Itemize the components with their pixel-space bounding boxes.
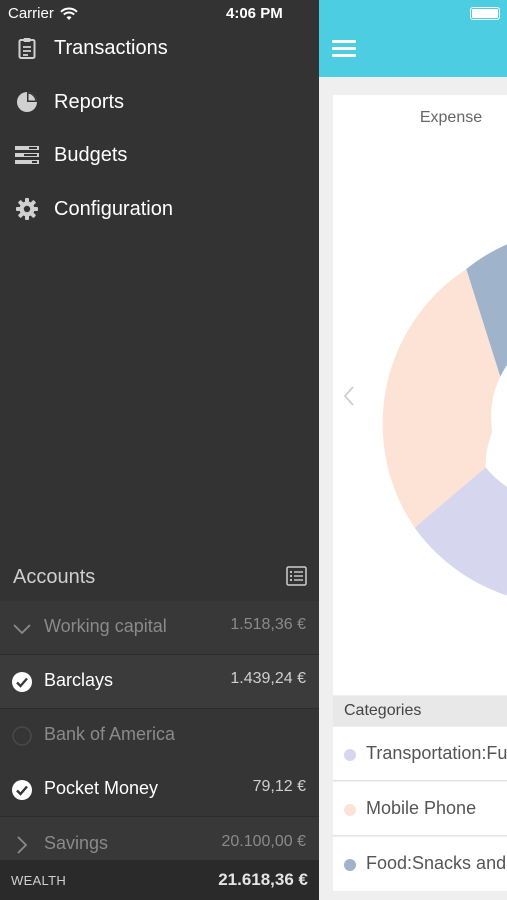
accounts-title: Accounts — [13, 566, 96, 588]
menu-item-label: Configuration — [54, 197, 173, 220]
budget-icon — [15, 143, 39, 167]
account-balance: 20.100,00 € — [221, 833, 306, 850]
category-color-dot — [344, 804, 356, 816]
menu-item-label: Reports — [54, 90, 125, 113]
chevron-right-icon — [17, 836, 28, 854]
account-name: Working capital — [44, 616, 167, 636]
expense-donut-chart — [382, 244, 507, 596]
account-name: Barclays — [44, 670, 114, 690]
category-row[interactable]: Transportation:Fu — [333, 727, 507, 781]
menu-item-label: Budgets — [54, 143, 128, 166]
category-label: Transportation:Fu — [366, 743, 507, 763]
battery-icon — [470, 7, 500, 20]
chevron-left-icon[interactable] — [343, 385, 355, 407]
category-label: Mobile Phone — [366, 798, 477, 818]
wealth-label: WEALTH — [11, 873, 67, 888]
wealth-value: 21.618,36 € — [218, 870, 308, 889]
category-row[interactable]: Mobile Phone — [333, 782, 507, 836]
menu-item-configuration[interactable]: Configuration — [0, 185, 319, 233]
categories-header: Categories — [333, 696, 507, 726]
unchecked-circle-icon — [12, 726, 32, 746]
category-label: Food:Snacks and — [366, 853, 507, 873]
account-group-savings[interactable]: Savings 20.100,00 € — [0, 817, 319, 860]
account-name: Bank of America — [44, 724, 176, 744]
account-name: Pocket Money — [44, 778, 159, 798]
hamburger-menu-icon[interactable] — [332, 40, 356, 58]
status-time: 4:06 PM — [226, 5, 283, 22]
divider — [333, 835, 507, 836]
account-item-barclays[interactable]: Barclays 1.439,24 € — [0, 655, 319, 709]
divider — [333, 780, 507, 781]
account-balance: 1.439,24 € — [230, 670, 306, 687]
status-bar: Carrier 4:06 PM — [0, 0, 507, 28]
list-icon[interactable] — [286, 566, 307, 586]
account-item-pocket-money[interactable]: Pocket Money 79,12 € — [0, 763, 319, 817]
clipboard-icon — [15, 36, 39, 60]
chart-card: Expense — [333, 95, 507, 695]
checked-circle-icon — [12, 672, 32, 692]
navigation-drawer: Transactions Reports Budgets Configurati… — [0, 0, 319, 900]
account-item-bank-of-america[interactable]: Bank of America — [0, 709, 319, 763]
category-color-dot — [344, 859, 356, 871]
gear-icon — [15, 197, 39, 221]
accounts-header: Accounts — [0, 556, 319, 600]
menu-item-transactions[interactable]: Transactions — [0, 24, 319, 72]
categories-header-label: Categories — [344, 702, 422, 719]
account-balance: 79,12 € — [252, 778, 306, 795]
wifi-icon — [60, 7, 78, 20]
carrier-label: Carrier — [8, 5, 54, 22]
account-name: Savings — [44, 833, 109, 853]
account-balance: 1.518,36 € — [230, 616, 306, 633]
wealth-total: WEALTH 21.618,36 € — [0, 860, 319, 900]
main-panel: Expense Categories Transportation:Fu Mob… — [319, 0, 507, 900]
category-row[interactable]: Food:Snacks and — [333, 837, 507, 891]
menu-item-budgets[interactable]: Budgets — [0, 131, 319, 179]
checked-circle-icon — [12, 780, 32, 800]
pie-chart-icon — [15, 90, 39, 114]
carrier-indicator: Carrier — [8, 5, 78, 22]
menu-item-reports[interactable]: Reports — [0, 78, 319, 126]
account-group-working-capital[interactable]: Working capital 1.518,36 € — [0, 601, 319, 655]
chevron-down-icon — [13, 624, 31, 635]
category-color-dot — [344, 749, 356, 761]
menu-item-label: Transactions — [54, 36, 168, 59]
